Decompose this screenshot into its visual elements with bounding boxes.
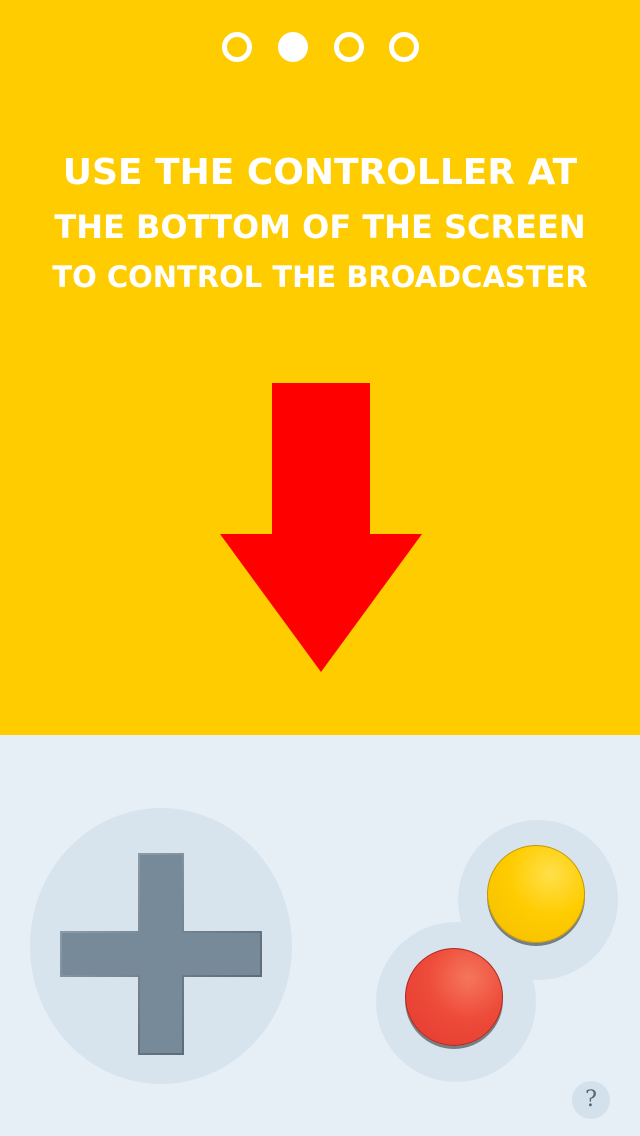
screen: USE THE CONTROLLER AT THE BOTTOM OF THE … (0, 0, 640, 1136)
instruction-panel: USE THE CONTROLLER AT THE BOTTOM OF THE … (0, 0, 640, 735)
yellow-action-button[interactable] (487, 845, 585, 943)
question-icon: ? (585, 1087, 597, 1112)
page-dot-1[interactable] (222, 32, 252, 62)
dpad-right[interactable] (182, 933, 260, 975)
help-button[interactable]: ? (572, 1081, 610, 1119)
instruction-line-2: THE BOTTOM OF THE SCREEN (54, 208, 586, 246)
page-indicator (0, 32, 640, 62)
page-dot-2-active[interactable] (278, 32, 308, 62)
page-dot-3[interactable] (334, 32, 364, 62)
instruction-line-3: TO CONTROL THE BROADCASTER (52, 260, 588, 294)
down-arrow-icon (220, 383, 422, 672)
dpad-icon[interactable] (60, 853, 262, 1055)
red-action-button[interactable] (405, 948, 503, 1046)
dpad-up[interactable] (140, 855, 182, 933)
dpad-down[interactable] (140, 975, 182, 1053)
page-dot-4[interactable] (389, 32, 419, 62)
dpad-left[interactable] (62, 933, 140, 975)
instruction-line-1: USE THE CONTROLLER AT (62, 152, 578, 193)
